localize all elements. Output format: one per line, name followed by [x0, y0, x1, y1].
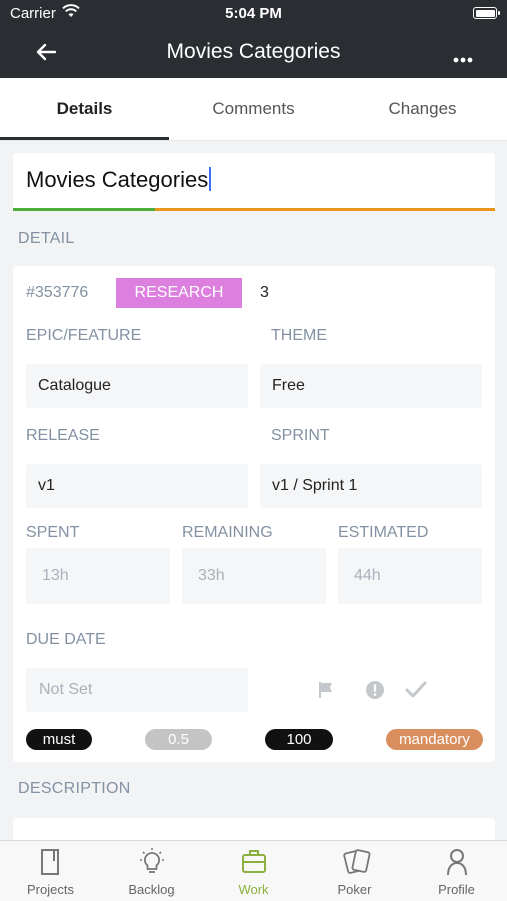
nav-backlog[interactable]: Backlog	[101, 841, 202, 901]
nav-work[interactable]: Work	[203, 841, 304, 901]
tag-must[interactable]: must	[26, 729, 92, 750]
tab-comments[interactable]: Comments	[169, 78, 338, 140]
profile-icon	[446, 849, 467, 876]
estimated-label: ESTIMATED	[338, 524, 429, 541]
due-date-field[interactable]: Not Set	[26, 668, 248, 712]
nav-projects[interactable]: Projects	[0, 841, 101, 901]
sprint-label: SPRINT	[271, 427, 330, 444]
nav-work-label: Work	[238, 882, 269, 897]
nav-profile-label: Profile	[438, 882, 475, 897]
epic-field[interactable]: Catalogue	[26, 364, 248, 408]
nav-title: Movies Categories	[166, 40, 341, 63]
spent-field[interactable]: 13h	[26, 548, 170, 604]
detail-section-label: DETAIL	[18, 230, 75, 247]
nav-poker-label: Poker	[337, 882, 372, 897]
theme-label: THEME	[271, 327, 327, 344]
theme-field[interactable]: Free	[260, 364, 482, 408]
remaining-label: REMAINING	[182, 524, 273, 541]
tab-changes[interactable]: Changes	[338, 78, 507, 140]
tab-details[interactable]: Details	[0, 78, 169, 140]
progress-bar-green	[13, 208, 155, 211]
briefcase-icon	[241, 850, 266, 873]
tag-points[interactable]: 100	[265, 729, 333, 750]
type-badge[interactable]: RESEARCH	[116, 278, 242, 308]
remaining-field[interactable]: 33h	[182, 548, 326, 604]
estimated-field[interactable]: 44h	[338, 548, 482, 604]
check-icon[interactable]	[404, 679, 428, 706]
flag-icon[interactable]	[316, 680, 336, 705]
tag-value[interactable]: 0.5	[145, 729, 212, 750]
story-points: 3	[260, 284, 269, 301]
bottom-tab-bar: Projects Backlog Work Poker Profile	[0, 840, 507, 901]
nav-profile[interactable]: Profile	[406, 841, 507, 901]
text-cursor	[209, 167, 212, 191]
description-section-label: DESCRIPTION	[18, 780, 131, 797]
story-title-field[interactable]: Movies Categories	[13, 153, 495, 211]
story-id: #353776	[26, 284, 89, 301]
clock: 5:04 PM	[225, 5, 282, 22]
tab-bar: Details Comments Changes	[0, 78, 507, 141]
lightbulb-icon	[139, 848, 164, 873]
tag-mandatory[interactable]: mandatory	[386, 729, 483, 750]
more-options-icon[interactable]	[453, 50, 473, 68]
alert-icon[interactable]	[365, 680, 385, 705]
nav-backlog-label: Backlog	[128, 882, 175, 897]
progress-bar-orange	[155, 208, 495, 211]
sprint-field[interactable]: v1 / Sprint 1	[260, 464, 482, 508]
battery-icon	[473, 7, 500, 19]
nav-bar: Movies Categories	[0, 28, 507, 78]
detail-card: #353776 RESEARCH 3 EPIC/FEATURE THEME Ca…	[13, 266, 495, 762]
spent-label: SPENT	[26, 524, 80, 541]
due-date-label: DUE DATE	[26, 631, 106, 648]
story-title-text: Movies Categories	[26, 167, 212, 193]
release-field[interactable]: v1	[26, 464, 248, 508]
status-bar: Carrier 5:04 PM	[0, 0, 507, 28]
projects-icon	[40, 849, 59, 875]
release-label: RELEASE	[26, 427, 100, 444]
epic-label: EPIC/FEATURE	[26, 327, 142, 344]
cards-icon	[342, 849, 370, 874]
nav-projects-label: Projects	[27, 882, 74, 897]
nav-poker[interactable]: Poker	[304, 841, 405, 901]
